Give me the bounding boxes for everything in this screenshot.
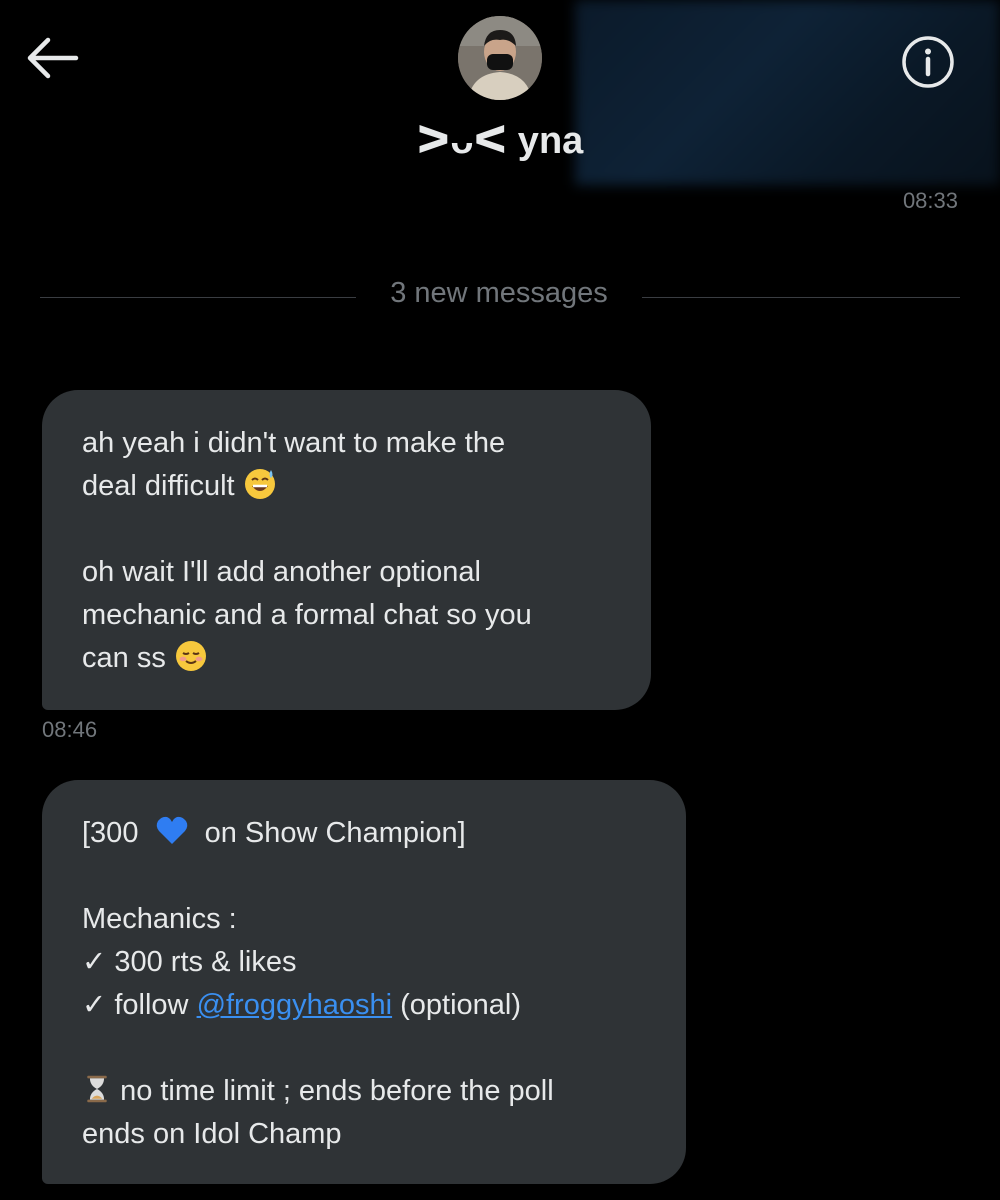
message-text: oh wait I'll add another optional <box>82 556 481 588</box>
avatar[interactable] <box>458 16 542 100</box>
message-text: (optional) <box>400 989 522 1021</box>
new-messages-divider: 3 new messages <box>40 275 960 315</box>
conversation-header: ᐳᴗᐸ yna <box>0 0 1000 185</box>
message-timestamp: 08:46 <box>42 717 98 742</box>
message-text: can ss <box>82 642 166 674</box>
arrow-left-icon <box>27 37 79 79</box>
message-timestamp: 08:33 <box>902 188 958 213</box>
smiling-blush-emoji <box>175 641 206 671</box>
message-text: on Show Champion] <box>204 817 466 849</box>
message-text: ✓ 300 rts & likes <box>82 946 297 978</box>
message-text: Mechanics : <box>82 903 237 935</box>
grinning-sweat-emoji <box>244 469 275 499</box>
blue-heart-emoji <box>156 816 187 844</box>
message-bubble[interactable]: [300 on Show Champion] Mechanics : ✓ 300… <box>42 780 686 1184</box>
message-bubble[interactable]: ah yeah i didn't want to make the deal d… <box>42 390 651 710</box>
message-text: ends on Idol Champ <box>82 1118 342 1150</box>
divider-line <box>40 297 356 298</box>
display-name: ᐳᴗᐸ yna <box>416 120 584 162</box>
hourglass-emoji <box>87 1075 107 1103</box>
info-circle-icon <box>902 36 954 88</box>
message-text: mechanic and a formal chat so you <box>82 599 532 631</box>
new-messages-label: 3 new messages <box>390 277 608 309</box>
avatar-photo <box>458 16 542 100</box>
message-text: [300 <box>82 817 139 849</box>
message-text: no time limit ; ends before the poll <box>120 1075 554 1107</box>
conversation-info-button[interactable] <box>899 33 957 91</box>
message-text: ah yeah i didn't want to make the <box>82 427 506 459</box>
message-text: deal difficult <box>82 470 235 502</box>
back-button[interactable] <box>26 36 80 80</box>
mention-link[interactable]: @froggyhaoshi <box>197 989 393 1021</box>
message-text: ✓ follow <box>82 989 189 1021</box>
divider-line <box>642 297 960 298</box>
